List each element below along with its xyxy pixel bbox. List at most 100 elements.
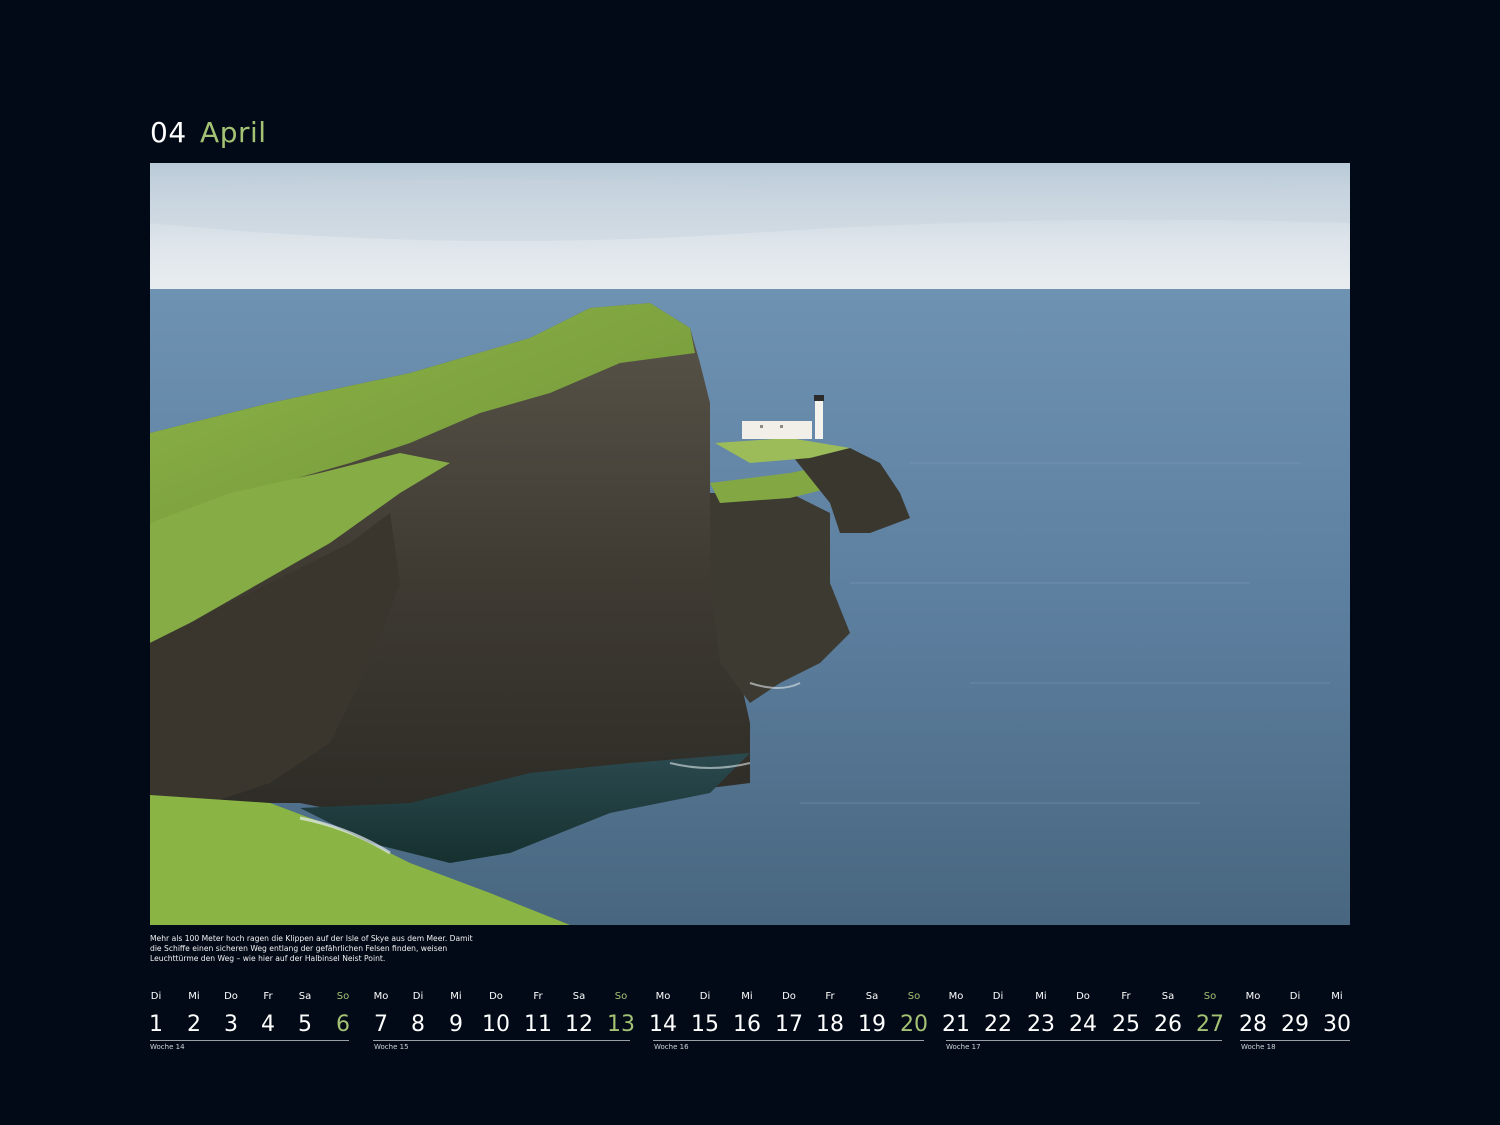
calendar-day: Mi 2 [174, 990, 214, 1038]
day-number: 28 [1239, 1012, 1267, 1037]
calendar-day: Mo 21 [936, 990, 976, 1038]
day-number: 16 [733, 1012, 761, 1037]
calendar-day: Di 1 [136, 990, 176, 1038]
weekday-label: Fr [263, 991, 273, 1002]
week-number-label: Woche 16 [654, 1043, 689, 1051]
caption-line-2: die Schiffe einen sicheren Weg entlang d… [150, 944, 448, 953]
day-number: 7 [374, 1012, 388, 1037]
month-number: 04 [150, 116, 187, 149]
calendar-day-sunday: So 6 [323, 990, 363, 1038]
day-number: 22 [984, 1012, 1012, 1037]
calendar-day: Sa 19 [852, 990, 892, 1038]
weekday-label: Di [1289, 991, 1301, 1002]
calendar-day: Mi 23 [1021, 990, 1061, 1038]
weekday-label: Do [782, 991, 796, 1002]
caption-line-3: Leuchttürme den Weg – wie hier auf der H… [150, 954, 386, 963]
day-number: 29 [1281, 1012, 1309, 1037]
calendar-day: Sa 12 [559, 990, 599, 1038]
day-number: 11 [524, 1012, 552, 1037]
weekday-label: Mo [655, 991, 671, 1002]
day-number: 21 [942, 1012, 970, 1037]
calendar-day: Fr 11 [518, 990, 558, 1038]
day-number: 10 [482, 1012, 510, 1037]
calendar-day-sunday: So 13 [601, 990, 641, 1038]
weekday-label: Sa [1161, 991, 1175, 1002]
calendar-day: Di 15 [685, 990, 725, 1038]
caption-line-1: Mehr als 100 Meter hoch ragen die Klippe… [150, 934, 473, 943]
calendar-day: Di 8 [398, 990, 438, 1038]
calendar-day: Do 24 [1063, 990, 1103, 1038]
calendar-photo [150, 163, 1350, 925]
weekday-label: So [614, 991, 628, 1002]
weekday-label: Di [150, 991, 162, 1002]
week-divider [373, 1040, 630, 1041]
day-number: 13 [607, 1012, 635, 1037]
calendar-day: Mi 9 [436, 990, 476, 1038]
weekday-label: Mi [1035, 991, 1047, 1002]
weekday-label: Mi [1331, 991, 1343, 1002]
calendar-day: Di 29 [1275, 990, 1315, 1038]
day-number: 4 [261, 1012, 275, 1037]
calendar-day: Mo 14 [643, 990, 683, 1038]
week-divider [946, 1040, 1222, 1041]
weekday-label: Mi [188, 991, 200, 1002]
week-number-label: Woche 14 [150, 1043, 185, 1051]
day-number: 20 [900, 1012, 928, 1037]
weekday-label: Mi [741, 991, 753, 1002]
week-divider [1240, 1040, 1350, 1041]
weekday-label: Di [992, 991, 1004, 1002]
calendar-day: Do 10 [476, 990, 516, 1038]
calendar-day: Sa 26 [1148, 990, 1188, 1038]
weekday-label: Mo [373, 991, 389, 1002]
day-number: 14 [649, 1012, 677, 1037]
calendar-day: Fr 18 [810, 990, 850, 1038]
weekday-label: Fr [533, 991, 543, 1002]
day-number: 23 [1027, 1012, 1055, 1037]
weekday-label: Sa [298, 991, 312, 1002]
landscape-photo [150, 163, 1350, 925]
weekday-label: Do [489, 991, 503, 1002]
day-number: 24 [1069, 1012, 1097, 1037]
day-number: 17 [775, 1012, 803, 1037]
week-divider [653, 1040, 924, 1041]
calendar-day: Mi 16 [727, 990, 767, 1038]
calendar-day: Do 17 [769, 990, 809, 1038]
calendar-day: Mo 7 [361, 990, 401, 1038]
day-number: 19 [858, 1012, 886, 1037]
calendar-day: Mi 30 [1317, 990, 1357, 1038]
day-number: 3 [224, 1012, 238, 1037]
weekday-label: Do [1076, 991, 1090, 1002]
day-number: 15 [691, 1012, 719, 1037]
weekday-label: So [907, 991, 921, 1002]
day-number: 5 [298, 1012, 312, 1037]
weekday-label: Fr [1121, 991, 1131, 1002]
week-number-label: Woche 17 [946, 1043, 981, 1051]
calendar-day: Mo 28 [1233, 990, 1273, 1038]
calendar-day: Fr 25 [1106, 990, 1146, 1038]
week-number-label: Woche 18 [1241, 1043, 1276, 1051]
calendar-day-sunday: So 20 [894, 990, 934, 1038]
day-number: 12 [565, 1012, 593, 1037]
day-number: 6 [336, 1012, 350, 1037]
day-number: 27 [1196, 1012, 1224, 1037]
day-number: 8 [411, 1012, 425, 1037]
calendar-day: Di 22 [978, 990, 1018, 1038]
month-name: April [200, 116, 267, 149]
calendar-day: Fr 4 [248, 990, 288, 1038]
weekday-label: Mi [450, 991, 462, 1002]
calendar-day: Do 3 [211, 990, 251, 1038]
weekday-label: Mo [1245, 991, 1261, 1002]
day-number: 18 [816, 1012, 844, 1037]
week-divider [150, 1040, 349, 1041]
day-number: 30 [1323, 1012, 1351, 1037]
weekday-label: Do [224, 991, 238, 1002]
week-number-label: Woche 15 [374, 1043, 409, 1051]
weekday-label: So [1203, 991, 1217, 1002]
photo-caption: Mehr als 100 Meter hoch ragen die Klippe… [150, 934, 480, 964]
weekday-label: Sa [572, 991, 586, 1002]
day-number: 25 [1112, 1012, 1140, 1037]
day-number: 2 [187, 1012, 201, 1037]
calendar-day-sunday: So 27 [1190, 990, 1230, 1038]
weekday-label: So [336, 991, 350, 1002]
weekday-label: Di [699, 991, 711, 1002]
